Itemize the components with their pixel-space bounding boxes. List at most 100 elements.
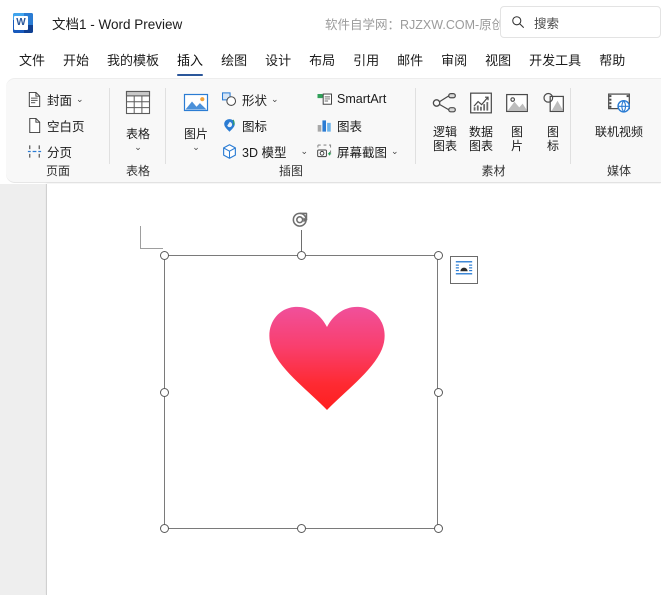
chevron-down-icon[interactable]: ⌄ [76,94,84,105]
search-icon [511,15,525,29]
smartart-button[interactable]: SmartArt [316,88,386,110]
ribbon-tab-strip: 文件 开始 我的模板 插入 绘图 设计 布局 引用 邮件 审阅 视图 开发工具 … [0,45,661,77]
word-app-icon: W [13,12,33,33]
tab-insert[interactable]: 插入 [168,45,212,77]
material-icon-icon [533,88,573,123]
3d-model-label: 3D 模型 [242,145,287,160]
resize-handle-middle-left[interactable] [160,387,169,397]
logic-diagram-icon [425,88,465,123]
resize-handle-bottom-right[interactable] [433,524,443,533]
resize-handle-top-left[interactable] [160,251,169,260]
online-video-icon [583,88,655,123]
smartart-icon [316,91,333,108]
table-icon [118,88,158,125]
shapes-button[interactable]: 形状 ⌄ [221,88,279,110]
search-box[interactable]: 搜索 [500,6,661,38]
ribbon-group-label-illustrations: 插图 [278,164,303,178]
ribbon-group-label-materials: 素材 [481,164,506,178]
page-margin-corner [140,226,163,249]
table-label: 表格 [125,127,150,141]
page-break-label: 分页 [47,145,73,160]
chart-button[interactable]: 图表 [316,114,362,136]
material-picture-label-line2: 片 [510,139,523,153]
blank-page-icon [26,117,43,134]
ribbon-group-media: 联机视频 媒体 [571,79,661,182]
cover-page-icon [26,91,43,108]
resize-handle-top-right[interactable] [433,251,443,260]
icons-icon [221,117,238,134]
blank-page-button[interactable]: 空白页 [26,114,85,136]
chart-icon [316,117,333,134]
blank-page-label: 空白页 [47,119,85,134]
table-button[interactable]: 表格 ⌄ [118,88,158,152]
ribbon-group-label-table: 表格 [125,164,150,178]
shapes-icon [221,91,238,108]
tab-layout[interactable]: 布局 [300,45,344,77]
data-chart-button[interactable]: 数据 图表 [461,88,501,153]
document-title: 文档1 - Word Preview [52,16,183,32]
site-watermark: 软件自学网：RJZXW.COM-原创 [325,18,505,32]
material-picture-button[interactable]: 图 片 [497,88,537,153]
tab-home[interactable]: 开始 [54,45,98,77]
layout-options-button[interactable] [450,256,478,284]
shapes-label: 形状 [242,93,268,108]
search-input[interactable]: 搜索 [534,13,559,32]
screenshot-button[interactable]: 屏幕截图 ⌄ [316,140,399,162]
logic-diagram-label-line1: 逻辑 [432,125,457,139]
tab-draw[interactable]: 绘图 [212,45,256,77]
ribbon: 封面 ⌄ 空白页 分页 页面 表格 ⌄ 表格 图片 ⌄ 形状 ⌄ 图标 3D 模… [6,78,661,183]
picture-icon [176,88,216,125]
resize-handle-bottom-center[interactable] [297,524,306,533]
tab-view[interactable]: 视图 [476,45,520,77]
tab-mailings[interactable]: 邮件 [388,45,432,77]
resize-handle-top-center[interactable] [297,251,306,260]
ribbon-group-label-media: 媒体 [606,164,631,178]
chevron-down-icon[interactable]: ⌄ [118,142,158,152]
chevron-down-icon[interactable]: ⌄ [271,94,279,105]
tab-file[interactable]: 文件 [10,45,54,77]
cover-page-label: 封面 [47,93,73,108]
tab-help[interactable]: 帮助 [590,45,634,77]
3d-model-icon [221,143,238,160]
ribbon-group-label-pages: 页面 [45,164,70,178]
data-chart-label-line1: 数据 [468,125,493,139]
page-break-icon [26,143,43,160]
icons-button[interactable]: 图标 [221,114,267,136]
online-video-label: 联机视频 [594,125,643,139]
logic-diagram-button[interactable]: 逻辑 图表 [425,88,465,153]
tab-developer[interactable]: 开发工具 [520,45,590,77]
3d-model-button[interactable]: 3D 模型 ⌄ [221,140,308,162]
layout-options-icon [454,258,474,283]
resize-handle-middle-right[interactable] [433,387,443,397]
online-video-button[interactable]: 联机视频 [583,88,655,139]
page-break-button[interactable]: 分页 [26,140,72,162]
chevron-down-icon[interactable]: ⌄ [300,146,308,157]
screenshot-icon [316,143,333,160]
material-icon-button[interactable]: 图 标 [533,88,573,153]
logic-diagram-label-line2: 图表 [432,139,457,153]
heart-shape[interactable] [267,305,387,413]
cover-page-button[interactable]: 封面 ⌄ [26,88,84,110]
title-bar: W 文档1 - Word Preview 软件自学网：RJZXW.COM-原创 … [0,0,661,45]
material-icon-label-line1: 图 [546,125,559,139]
rotate-handle[interactable] [291,211,311,231]
resize-handle-bottom-left[interactable] [160,524,169,533]
chevron-down-icon[interactable]: ⌄ [176,142,216,152]
picture-button[interactable]: 图片 ⌄ [176,88,216,152]
ribbon-group-pages: 封面 ⌄ 空白页 分页 页面 [6,79,110,182]
smartart-label: SmartArt [337,92,387,106]
tab-design[interactable]: 设计 [256,45,300,77]
ribbon-group-materials: 逻辑 图表 数据 图表 图 片 图 标 素材 [416,79,571,182]
tab-my-templates[interactable]: 我的模板 [98,45,168,77]
screenshot-label: 屏幕截图 [337,145,388,160]
tab-review[interactable]: 审阅 [432,45,476,77]
chevron-down-icon[interactable]: ⌄ [391,146,399,157]
picture-label: 图片 [183,127,208,141]
ribbon-group-illustrations: 图片 ⌄ 形状 ⌄ 图标 3D 模型 ⌄ SmartArt 图表 屏幕截图 ⌄ … [166,79,416,182]
chart-label: 图表 [337,119,363,134]
material-icon-label-line2: 标 [546,139,559,153]
data-chart-label-line2: 图表 [468,139,493,153]
tab-references[interactable]: 引用 [344,45,388,77]
icons-label: 图标 [242,119,268,134]
material-picture-icon [497,88,537,123]
